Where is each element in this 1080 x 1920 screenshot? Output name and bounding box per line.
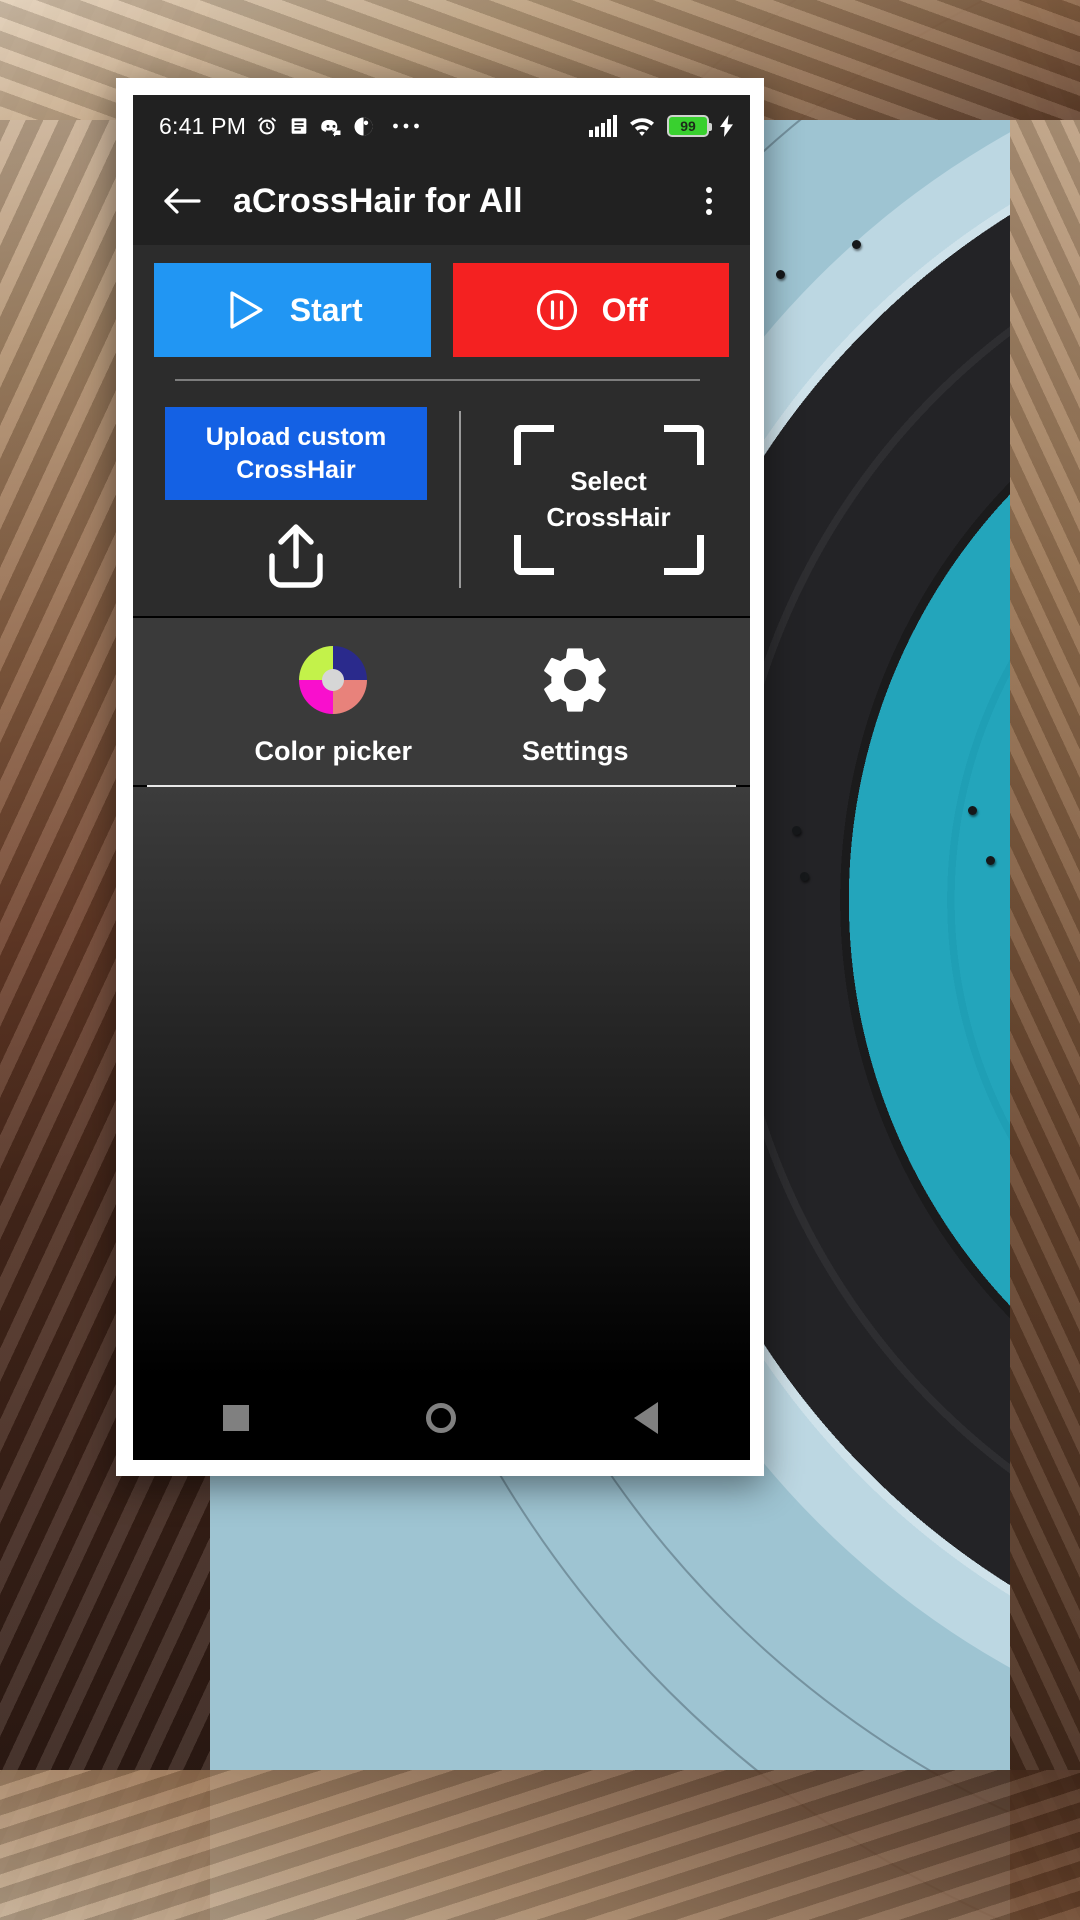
upload-icon[interactable]: [258, 522, 334, 592]
alarm-icon: [255, 114, 279, 138]
color-picker-button[interactable]: Color picker: [254, 642, 412, 767]
battery-icon: 99: [667, 115, 712, 137]
content-area: [133, 787, 750, 1376]
status-clock: 6:41 PM: [159, 112, 247, 139]
target-hole: [968, 806, 977, 815]
pause-circle-icon: [534, 287, 580, 333]
target-hole: [800, 872, 809, 881]
notes-icon: [288, 115, 310, 137]
discord-icon: [319, 115, 343, 137]
select-column: Select CrossHair: [491, 407, 726, 592]
scan-frame-icon: [513, 534, 554, 575]
app-bar: aCrossHair for All: [133, 157, 750, 245]
status-bar-right: 99: [589, 115, 734, 137]
off-button-label: Off: [601, 291, 648, 328]
triangle-left-icon: [632, 1402, 662, 1434]
page-title: aCrossHair for All: [233, 181, 523, 220]
settings-label: Settings: [522, 736, 629, 766]
overflow-menu-icon[interactable]: [686, 178, 732, 224]
battery-level: 99: [680, 118, 696, 134]
select-crosshair-label: Select CrossHair: [546, 464, 670, 534]
scan-frame-icon: [663, 424, 704, 465]
status-bar-left: 6:41 PM: [159, 113, 420, 140]
target-hole: [792, 826, 801, 835]
wicker-texture-bottom: [0, 1770, 1080, 1920]
scan-frame-icon: [663, 534, 704, 575]
recents-button[interactable]: [196, 1388, 276, 1448]
back-button[interactable]: [607, 1388, 687, 1448]
scan-frame-icon: [513, 424, 554, 465]
wicker-texture-right: [1010, 0, 1080, 1920]
status-bar: 6:41 PM 99: [133, 95, 750, 157]
select-label-line2: CrossHair: [546, 501, 671, 532]
target-hole: [852, 240, 861, 249]
color-wheel-icon: [295, 642, 371, 718]
gear-icon: [537, 642, 613, 718]
off-button[interactable]: Off: [452, 263, 729, 357]
home-button[interactable]: [401, 1388, 481, 1448]
signal-icon: [589, 115, 617, 137]
more-icon: [392, 122, 420, 130]
wifi-icon: [628, 115, 656, 137]
phone-screen: 6:41 PM 99 aCrossHair for All Start Off …: [133, 95, 750, 1460]
square-icon: [222, 1405, 249, 1431]
color-picker-label: Color picker: [254, 736, 413, 766]
start-button-label: Start: [289, 291, 363, 328]
vertical-divider: [459, 411, 461, 588]
target-hole: [986, 856, 995, 865]
controls-panel: Start Off Upload custom CrossHair Select…: [133, 245, 750, 616]
circle-icon: [426, 1403, 457, 1433]
tools-panel: Color picker Settings: [133, 616, 750, 785]
upload-custom-crosshair-button[interactable]: Upload custom CrossHair: [165, 407, 427, 500]
settings-button[interactable]: Settings: [522, 642, 629, 767]
start-button[interactable]: Start: [154, 263, 431, 357]
upload-button-line2: CrossHair: [236, 455, 356, 484]
back-arrow-icon[interactable]: [159, 178, 205, 224]
crosshair-row: Upload custom CrossHair Select CrossHair: [133, 381, 750, 612]
upload-button-line1: Upload custom: [205, 423, 387, 451]
select-label-line1: Select: [570, 466, 647, 497]
charging-bolt-icon: [720, 115, 734, 137]
play-icon: [222, 287, 268, 333]
select-crosshair-button[interactable]: Select CrossHair: [513, 424, 704, 575]
upload-column: Upload custom CrossHair: [157, 407, 435, 592]
target-hole: [776, 270, 785, 279]
app-icon: [352, 115, 375, 138]
navigation-bar: [133, 1376, 750, 1460]
start-off-row: Start Off: [133, 245, 750, 357]
